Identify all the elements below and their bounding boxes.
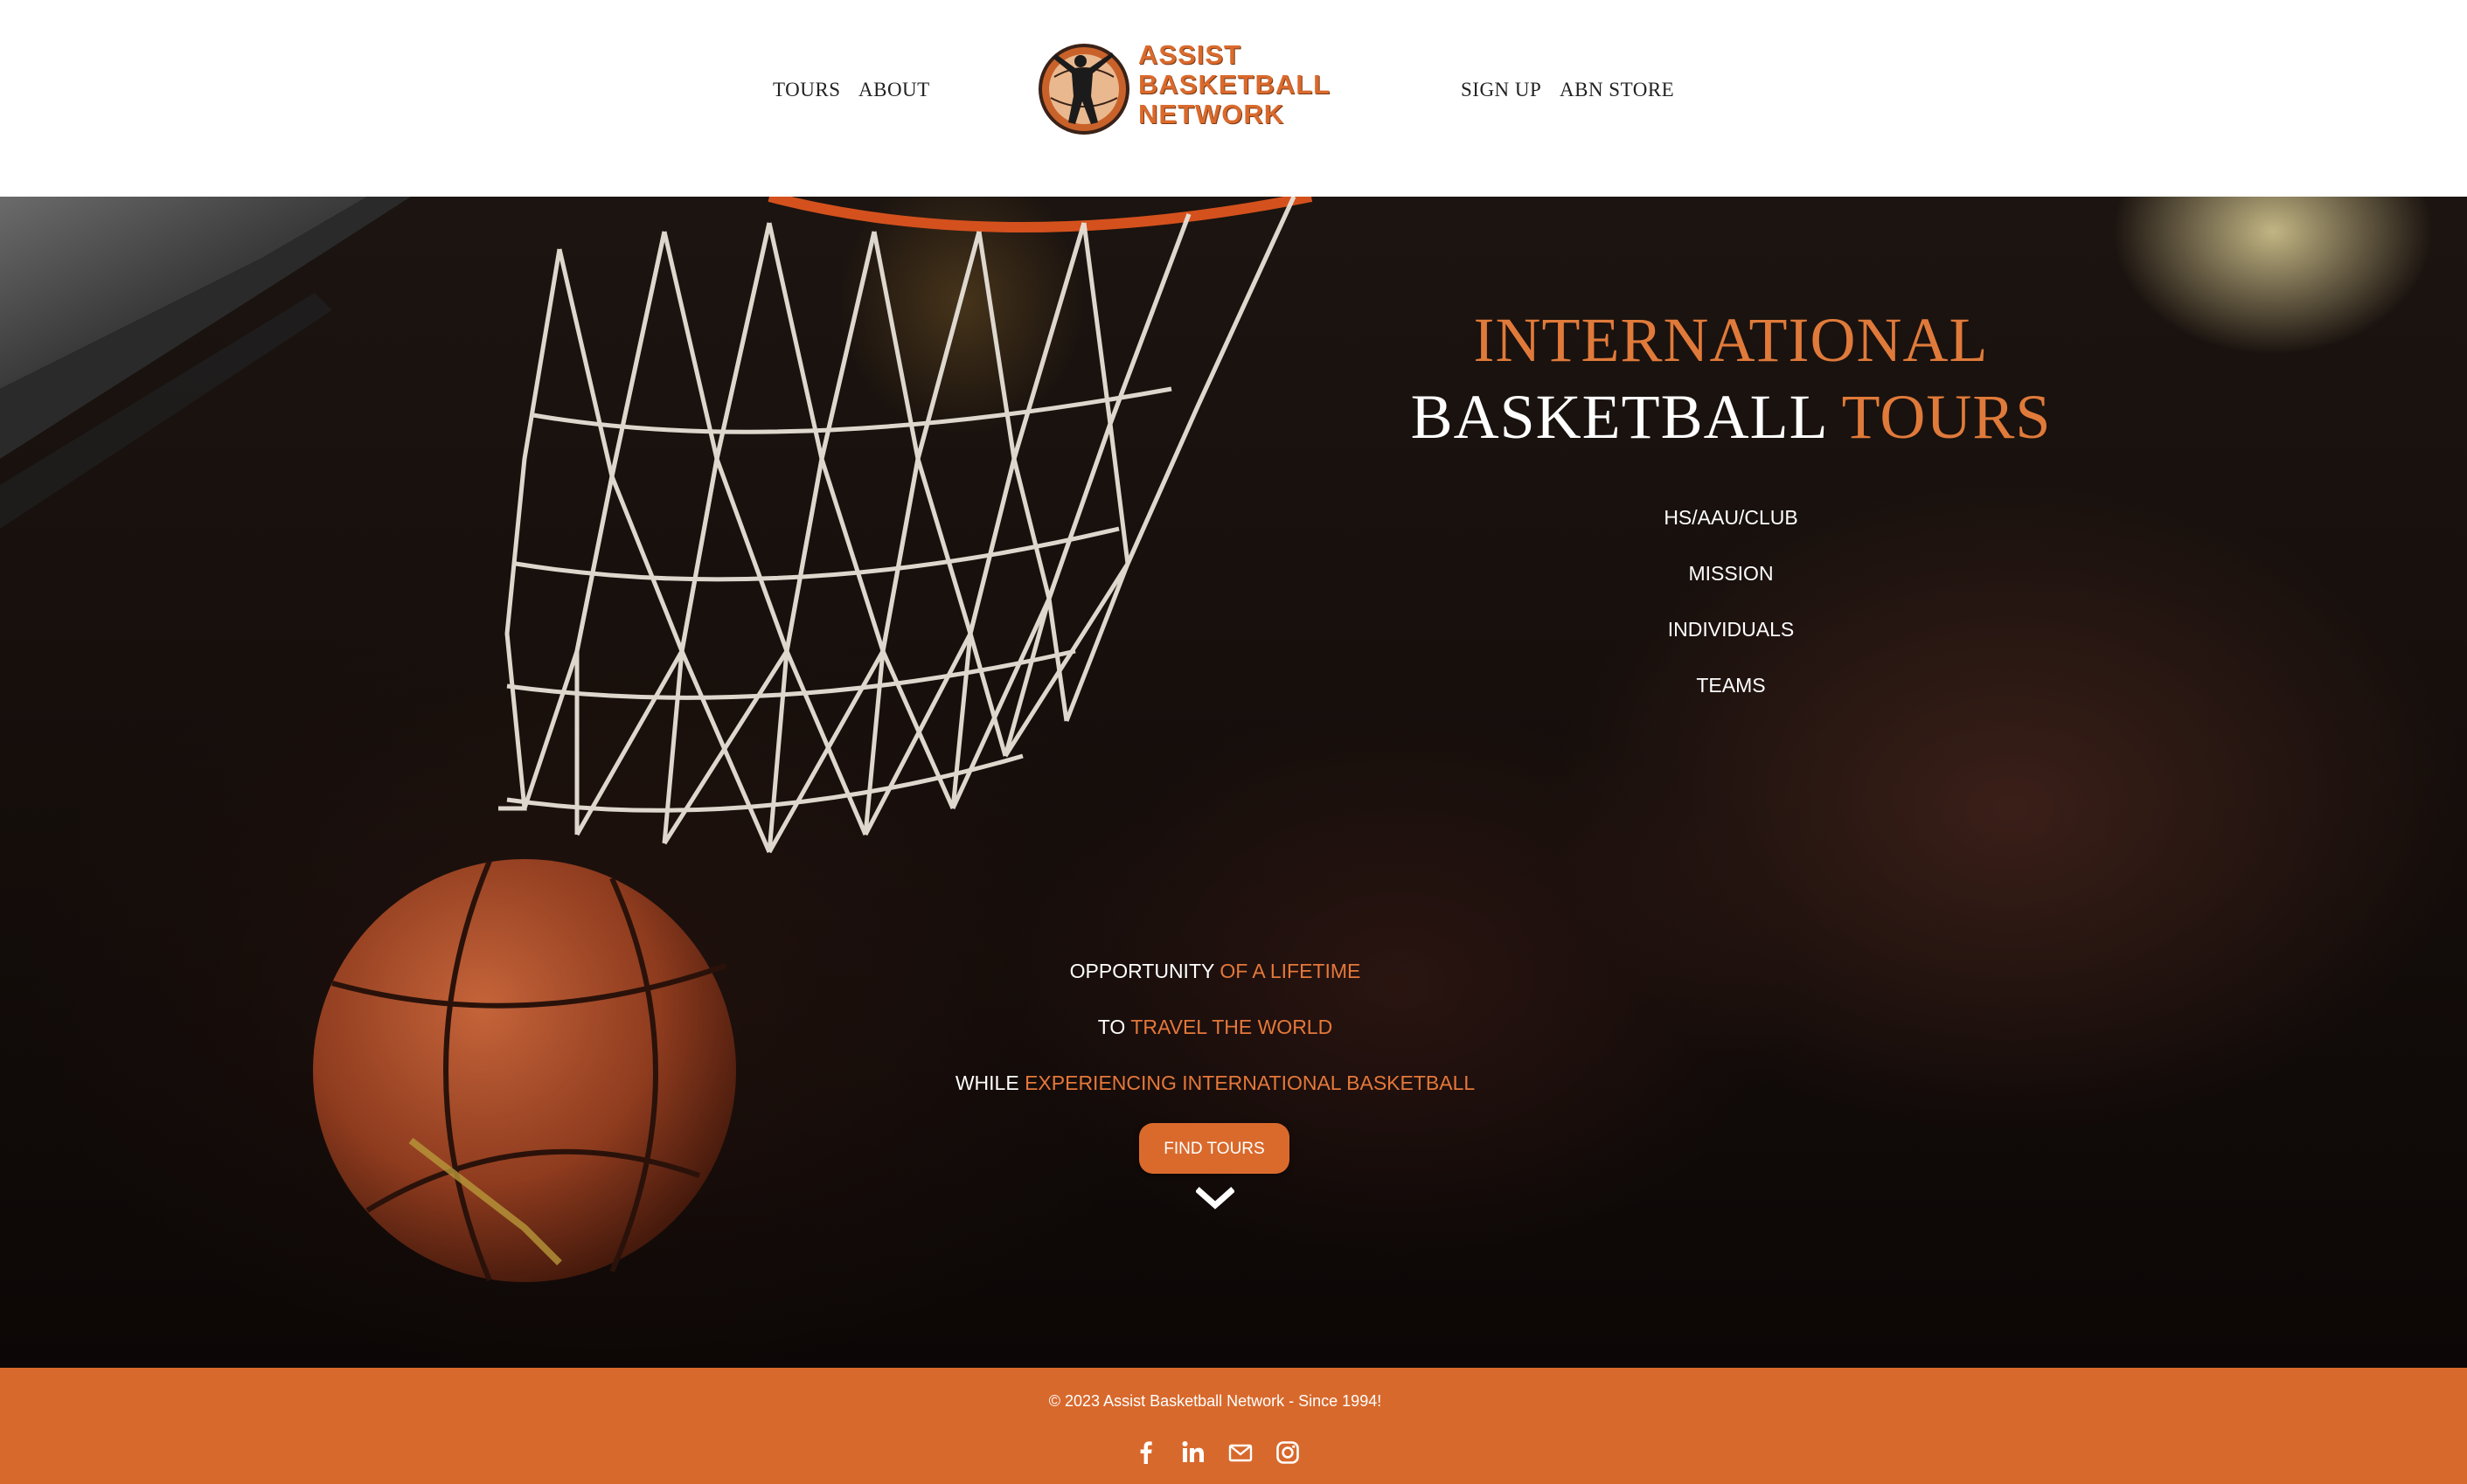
hero-link-individuals[interactable]: INDIVIDUALS (1556, 601, 1906, 657)
tagline-orange-text: OF A LIFETIME (1220, 960, 1361, 982)
tagline-white-text: WHILE (955, 1071, 1019, 1094)
tagline-white-text: TO (1097, 1016, 1126, 1038)
hero-link-hs-aau-club[interactable]: HS/AAU/CLUB (1556, 489, 1906, 545)
tagline-orange-text: TRAVEL THE WORLD (1130, 1016, 1333, 1038)
instagram-icon[interactable] (1275, 1439, 1301, 1466)
hero-section: INTERNATIONAL BASKETBALL TOURS HS/AAU/CL… (0, 197, 2467, 1368)
logo-text: ASSIST BASKETBALL NETWORK (1138, 40, 1334, 129)
tagline-white-text: OPPORTUNITY (1069, 960, 1214, 982)
logo-line-network: NETWORK (1138, 99, 1285, 129)
nav-sign-up[interactable]: SIGN UP (1461, 73, 1541, 107)
find-tours-button[interactable]: FIND TOURS (1139, 1123, 1289, 1174)
chevron-down-icon[interactable] (1196, 1186, 1234, 1212)
linkedin-icon[interactable] (1180, 1439, 1206, 1466)
nav-abn-store[interactable]: ABN STORE (1560, 73, 1674, 107)
email-icon[interactable] (1227, 1439, 1254, 1466)
copyright-text: © 2023 Assist Basketball Network - Since… (1048, 1392, 1382, 1410)
hero-title-line-2: BASKETBALL TOURS (1381, 378, 2081, 455)
basketball-net (498, 197, 1296, 854)
facebook-icon[interactable] (1133, 1439, 1159, 1466)
hero-link-mission[interactable]: MISSION (1556, 545, 1906, 601)
tagline-line-1: OPPORTUNITY OF A LIFETIME (874, 954, 1556, 988)
tagline-line-3: WHILE EXPERIENCING INTERNATIONAL BASKETB… (874, 1065, 1556, 1100)
hero-title-line-1: INTERNATIONAL (1473, 305, 1989, 375)
tagline-orange-text: EXPERIENCING INTERNATIONAL BASKETBALL (1025, 1071, 1476, 1094)
nav-tours[interactable]: TOURS (773, 73, 841, 107)
hero-links: HS/AAU/CLUB MISSION INDIVIDUALS TEAMS (1556, 489, 1906, 713)
hero-title-tours: TOURS (1841, 382, 2052, 452)
hero-title-basketball: BASKETBALL (1410, 382, 1826, 452)
site-logo[interactable]: ASSIST BASKETBALL NETWORK (1037, 38, 1334, 140)
logo-line-assist: ASSIST (1138, 39, 1241, 70)
logo-emblem-icon (1039, 44, 1129, 135)
site-footer: © 2023 Assist Basketball Network - Since… (0, 1368, 2467, 1484)
nav-about[interactable]: ABOUT (858, 73, 930, 107)
hero-title: INTERNATIONAL BASKETBALL TOURS (1381, 302, 2081, 455)
logo-line-basketball: BASKETBALL (1138, 69, 1331, 100)
site-header: TOURS ABOUT ASSIST BASKETBALL NETWORK SI… (0, 0, 2467, 197)
tagline-line-2: TO TRAVEL THE WORLD (874, 1009, 1556, 1044)
basketball (313, 859, 736, 1282)
hero-link-teams[interactable]: TEAMS (1556, 657, 1906, 713)
